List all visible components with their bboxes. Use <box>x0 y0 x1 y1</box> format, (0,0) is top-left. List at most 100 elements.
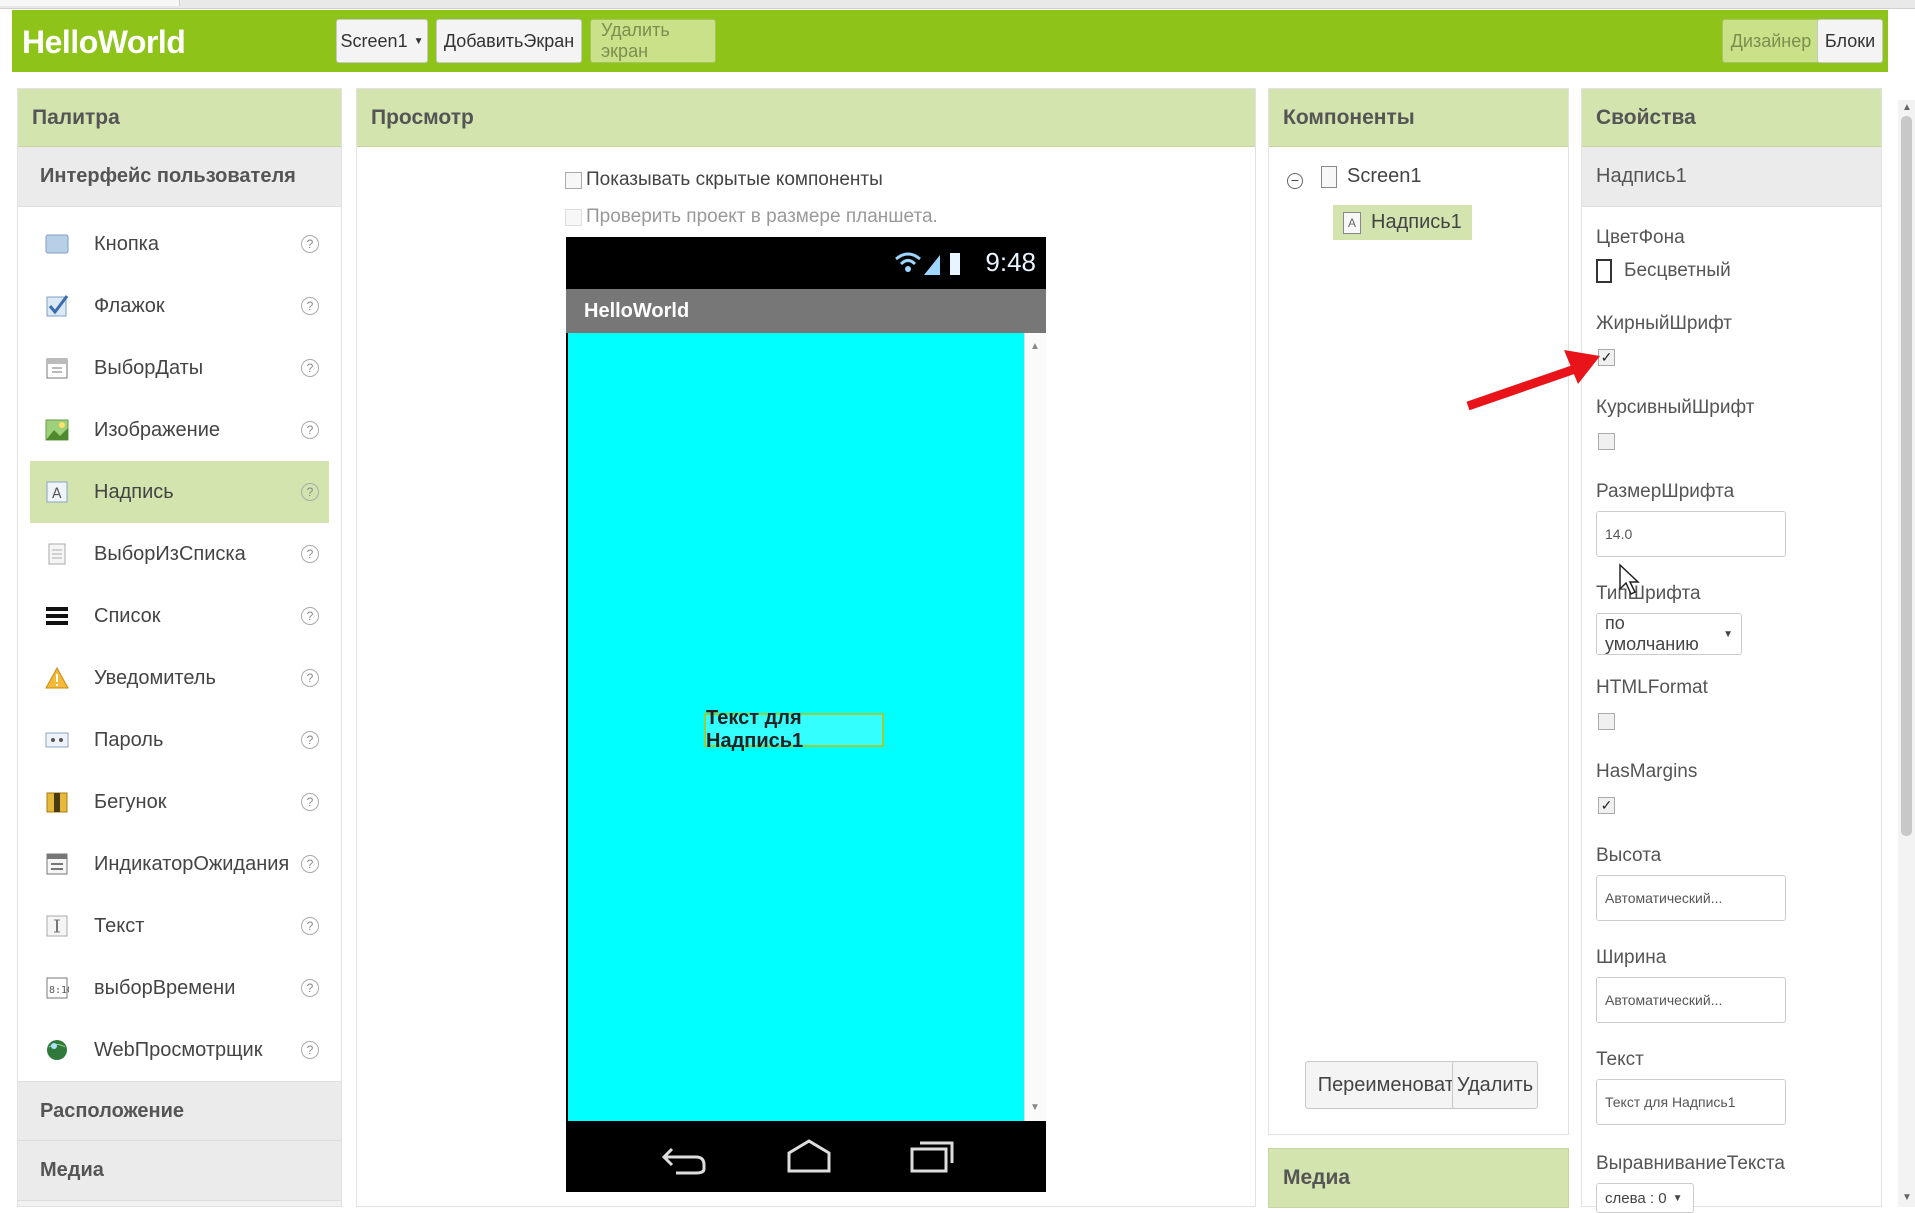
palette-item-datepicker[interactable]: ВыборДаты ? <box>30 337 329 399</box>
add-screen-button[interactable]: ДобавитьЭкран <box>436 19 582 63</box>
help-icon[interactable]: ? <box>301 917 319 935</box>
help-icon[interactable]: ? <box>301 793 319 811</box>
scroll-down-icon[interactable]: ▼ <box>1902 1192 1912 1203</box>
typeface-value: по умолчанию <box>1605 613 1699 654</box>
palette-item-notifier[interactable]: Уведомитель ? <box>30 647 329 709</box>
text-input[interactable]: Текст для Надпись1 <box>1596 1079 1786 1125</box>
palette-item-listview[interactable]: Список ? <box>30 585 329 647</box>
designer-button[interactable]: Дизайнер <box>1722 19 1820 63</box>
help-icon[interactable]: ? <box>301 979 319 997</box>
textalign-select[interactable]: слева : 0 ▼ <box>1596 1183 1694 1213</box>
help-icon[interactable]: ? <box>301 235 319 253</box>
palette-item-image[interactable]: Изображение ? <box>30 399 329 461</box>
scroll-up-icon[interactable]: ▲ <box>1030 341 1040 352</box>
phone-nav-bar <box>566 1121 1046 1192</box>
bold-label: ЖирныйШрифт <box>1596 313 1732 334</box>
help-icon[interactable]: ? <box>301 297 319 315</box>
tree-node-label: Screen1 <box>1347 165 1422 187</box>
phone-scrollbar[interactable]: ▲ ▼ <box>1024 333 1046 1121</box>
show-hidden-checkbox[interactable] <box>565 171 582 189</box>
help-icon[interactable]: ? <box>301 421 319 439</box>
properties-title: Свойства <box>1582 89 1881 147</box>
palette-section-ui[interactable]: Интерфейс пользователя <box>18 147 341 207</box>
chevron-down-icon: ▼ <box>1672 1192 1683 1204</box>
palette-item-slider[interactable]: Бегунок ? <box>30 771 329 833</box>
help-icon[interactable]: ? <box>301 483 319 501</box>
width-label: Ширина <box>1596 947 1667 968</box>
palette-item-label: Пароль <box>94 728 164 751</box>
htmlformat-checkbox[interactable] <box>1598 713 1615 730</box>
checkbox-icon <box>44 293 70 319</box>
tree-node-screen1[interactable]: Screen1 <box>1321 165 1422 188</box>
palette-item-spinner[interactable]: ИндикаторОжидания ? <box>30 833 329 895</box>
htmlformat-label: HTMLFormat <box>1596 677 1708 698</box>
scrollbar-thumb[interactable] <box>1901 116 1912 836</box>
phone-screen[interactable]: Текст для Надпись1 <box>568 333 1024 1121</box>
help-icon[interactable]: ? <box>301 669 319 687</box>
fontsize-input[interactable]: 14.0 <box>1596 511 1786 557</box>
tree-node-label1[interactable]: A Надпись1 <box>1333 205 1472 240</box>
textalign-value: слева : 0 <box>1605 1189 1667 1207</box>
palette-item-listpicker[interactable]: ВыборИзСписка ? <box>30 523 329 585</box>
palette-item-webviewer[interactable]: WebПросмотрщик ? <box>30 1019 329 1081</box>
help-icon[interactable]: ? <box>301 545 319 563</box>
height-label: Высота <box>1596 845 1662 866</box>
components-tree: − Screen1 A Надпись1 <box>1269 147 1568 1047</box>
properties-panel: Свойства Надпись1 ЦветФона Бесцветный Жи… <box>1581 88 1882 1213</box>
collapse-icon[interactable]: − <box>1287 173 1303 189</box>
palette-item-label: Изображение <box>94 418 220 441</box>
palette-item-timepicker[interactable]: 8:10 выборВремени ? <box>30 957 329 1019</box>
palette-section-layout[interactable]: Расположение <box>18 1081 341 1141</box>
recent-apps-icon[interactable] <box>902 1135 962 1177</box>
image-icon <box>44 417 70 443</box>
help-icon[interactable]: ? <box>301 731 319 749</box>
palette-item-password[interactable]: Пароль ? <box>30 709 329 771</box>
screen-icon <box>1321 165 1337 188</box>
remove-screen-button[interactable]: Удалить экран <box>590 19 716 63</box>
home-icon[interactable] <box>779 1135 839 1177</box>
palette-item-checkbox[interactable]: Флажок ? <box>30 275 329 337</box>
help-icon[interactable]: ? <box>301 359 319 377</box>
globe-icon <box>44 1037 70 1063</box>
app-brand: HelloWorld <box>22 24 186 60</box>
italic-label: КурсивныйШрифт <box>1596 397 1755 418</box>
palette-item-label: Кнопка <box>94 232 159 255</box>
typeface-label: ТипШрифта <box>1596 583 1701 604</box>
annotation-arrow-icon <box>1466 350 1600 411</box>
hasmargins-checkbox[interactable]: ✓ <box>1598 797 1615 814</box>
typeface-select[interactable]: по умолчанию ▼ <box>1596 613 1742 655</box>
page-scrollbar[interactable]: ▲ ▼ <box>1898 100 1915 1207</box>
scroll-down-icon[interactable]: ▼ <box>1030 1102 1040 1113</box>
label-component-preview[interactable]: Текст для Надпись1 <box>704 707 884 752</box>
media-panel-header[interactable]: Медиа <box>1268 1148 1569 1208</box>
screen-select[interactable]: Screen1 ▼ <box>336 19 428 63</box>
delete-button[interactable]: Удалить <box>1452 1061 1538 1109</box>
palette-item-label-component[interactable]: A Надпись ? <box>30 461 329 523</box>
height-input[interactable]: Автоматический... <box>1596 875 1786 921</box>
scroll-up-icon[interactable]: ▲ <box>1902 102 1912 113</box>
help-icon[interactable]: ? <box>301 855 319 873</box>
palette-item-textbox[interactable]: Текст ? <box>30 895 329 957</box>
mouse-cursor-icon <box>1619 563 1640 596</box>
tablet-size-option[interactable]: Проверить проект в размере планшета. <box>565 206 938 228</box>
bgcolor-picker[interactable]: Бесцветный <box>1596 259 1731 283</box>
browser-tab-hint <box>0 0 180 6</box>
palette-item-label: выборВремени <box>94 976 236 999</box>
palette-item-label: Бегунок <box>94 790 167 813</box>
tablet-size-checkbox[interactable] <box>565 208 582 226</box>
blocks-button[interactable]: Блоки <box>1817 19 1883 63</box>
tree-node-label: Надпись1 <box>1371 211 1462 233</box>
italic-checkbox[interactable] <box>1598 433 1615 450</box>
palette-list: Кнопка ? Флажок ? ВыборДаты ? Изображени… <box>18 207 341 1081</box>
palette-item-label: ВыборДаты <box>94 356 204 379</box>
palette-section-media[interactable]: Медиа <box>18 1141 341 1201</box>
palette-item-button[interactable]: Кнопка ? <box>30 213 329 275</box>
show-hidden-option[interactable]: Показывать скрытые компоненты <box>565 169 883 191</box>
back-icon[interactable] <box>656 1135 716 1177</box>
help-icon[interactable]: ? <box>301 607 319 625</box>
listpicker-icon <box>44 541 70 567</box>
help-icon[interactable]: ? <box>301 1041 319 1059</box>
chevron-down-icon: ▼ <box>413 35 424 47</box>
width-input[interactable]: Автоматический... <box>1596 977 1786 1023</box>
text-label: Текст <box>1596 1049 1644 1070</box>
